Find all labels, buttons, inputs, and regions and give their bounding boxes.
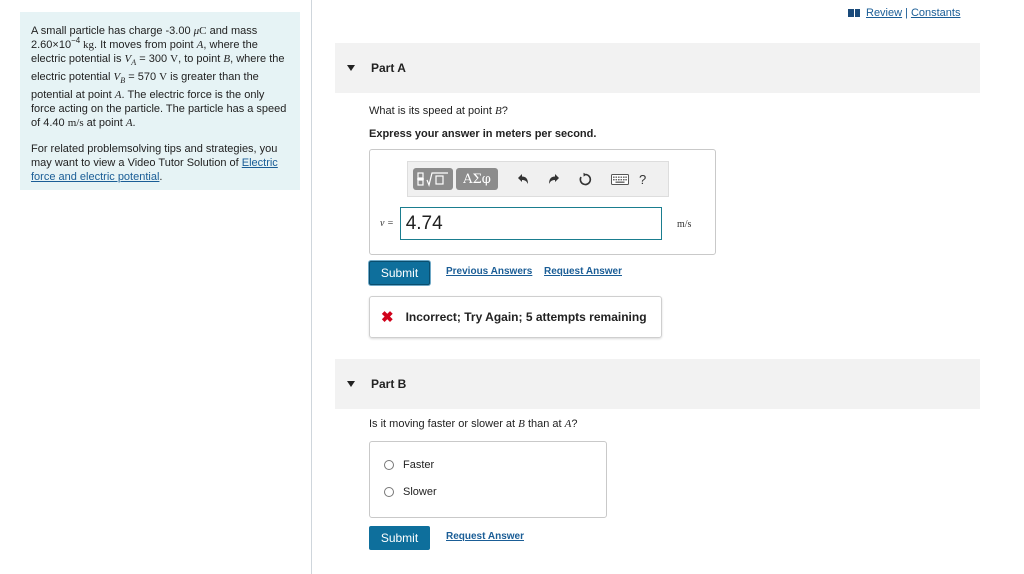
collapse-caret-icon[interactable]: [347, 65, 355, 71]
problem-text: A small particle has charge -3.00 μC and…: [31, 25, 287, 130]
header-links: Review | Constants: [848, 7, 960, 19]
part-a-header[interactable]: Part A: [335, 43, 980, 93]
part-b-title: Part B: [371, 377, 407, 391]
redo-icon[interactable]: [543, 168, 565, 190]
book-icon: [848, 9, 860, 17]
math-toolbar: ΑΣφ ?: [407, 161, 669, 197]
part-b-question: Is it moving faster or slower at B than …: [369, 418, 578, 430]
part-b-header[interactable]: Part B: [335, 359, 980, 409]
choice-label: Slower: [403, 486, 437, 498]
answer-variable-label: v =: [380, 218, 394, 229]
choice-slower[interactable]: Slower: [384, 486, 437, 498]
choice-label: Faster: [403, 459, 435, 471]
answer-row: v =: [380, 207, 662, 240]
help-button[interactable]: ?: [639, 172, 646, 187]
part-a-request-answer-link[interactable]: Request Answer: [544, 266, 622, 277]
part-a-instruction: Express your answer in meters per second…: [369, 128, 597, 140]
reset-icon[interactable]: [574, 168, 596, 190]
feedback-box: ✖ Incorrect; Try Again; 5 attempts remai…: [369, 296, 662, 338]
constants-link[interactable]: Constants: [911, 7, 961, 19]
greek-symbols-button[interactable]: ΑΣφ: [456, 168, 498, 190]
tutor-hint-text: For related problemsolving tips and stra…: [31, 143, 278, 184]
part-a-title: Part A: [371, 61, 406, 75]
choices-box: Faster Slower: [369, 441, 607, 518]
choice-faster[interactable]: Faster: [384, 459, 434, 471]
panel-divider: [311, 0, 312, 574]
keyboard-icon[interactable]: [609, 168, 631, 190]
answer-input[interactable]: [399, 207, 662, 240]
part-a-submit-button[interactable]: Submit: [369, 261, 430, 285]
part-b-submit-button[interactable]: Submit: [369, 526, 430, 550]
review-link[interactable]: Review: [866, 7, 902, 19]
previous-answers-link[interactable]: Previous Answers: [446, 266, 532, 277]
collapse-caret-icon[interactable]: [347, 381, 355, 387]
fraction-sqrt-template-icon[interactable]: [413, 168, 453, 190]
problem-statement-panel: A small particle has charge -3.00 μC and…: [20, 12, 300, 190]
part-a-question: What is its speed at point B?: [369, 105, 508, 117]
link-separator: |: [905, 7, 908, 19]
answer-box: ΑΣφ ? v =: [369, 149, 716, 255]
undo-icon[interactable]: [512, 168, 534, 190]
incorrect-x-icon: ✖: [381, 309, 394, 326]
radio-button[interactable]: [384, 460, 394, 470]
feedback-message: Incorrect; Try Again; 5 attempts remaini…: [405, 310, 647, 324]
part-b-request-answer-link[interactable]: Request Answer: [446, 531, 524, 542]
radio-button[interactable]: [384, 487, 394, 497]
answer-unit-label: m/s: [677, 219, 692, 230]
